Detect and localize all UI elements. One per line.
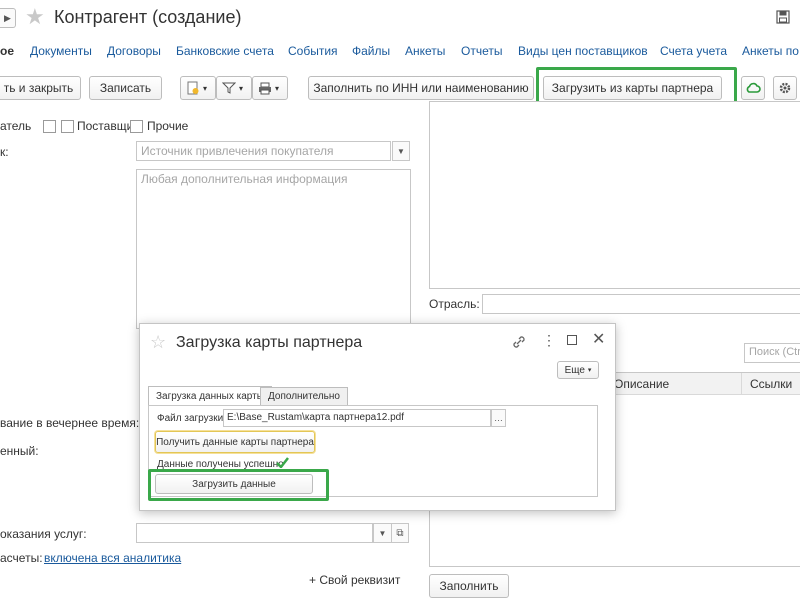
section-nav: ое Документы Договоры Банковские счета С…	[0, 44, 800, 62]
cloud-icon	[746, 82, 761, 93]
column-header-description[interactable]: Описание	[614, 377, 669, 391]
source-input[interactable]: Источник привлечения покупателя	[136, 141, 391, 161]
service-label: оказания услуг:	[0, 527, 87, 541]
document-add-icon	[187, 81, 199, 95]
supplier-checkbox[interactable]	[61, 120, 74, 133]
service-dropdown-button[interactable]: ▼	[373, 523, 391, 543]
notes-textarea[interactable]: Любая дополнительная информация	[136, 169, 411, 329]
funnel-icon	[222, 82, 236, 94]
tab-accounts[interactable]: Счета учета	[660, 44, 727, 58]
other-checkbox[interactable]	[130, 120, 143, 133]
industry-input[interactable]	[482, 294, 800, 314]
write-button[interactable]: Записать	[89, 76, 162, 100]
chevron-down-icon: ▾	[587, 367, 592, 374]
browse-file-button[interactable]: …	[491, 409, 506, 427]
maximize-icon[interactable]	[567, 335, 577, 345]
gear-icon	[779, 82, 791, 94]
chevron-down-icon: ▾	[275, 83, 280, 93]
tab-reports[interactable]: Отчеты	[461, 44, 502, 58]
service-input[interactable]	[136, 523, 373, 543]
source-dropdown-button[interactable]: ▼	[392, 141, 410, 161]
back-forward-button[interactable]: ▶	[0, 8, 16, 28]
other-label: Прочие	[147, 119, 189, 133]
tab-load-data[interactable]: Загрузка данных карты	[148, 386, 272, 405]
industry-label: Отрасль:	[429, 297, 480, 311]
service-open-button[interactable]: ⧉	[391, 523, 409, 543]
column-divider	[741, 373, 742, 395]
file-path-input[interactable]: E:\Base_Rustam\карта партнера12.pdf	[223, 409, 491, 427]
filter-button[interactable]: ▾	[216, 76, 252, 100]
source-label: к:	[0, 145, 9, 159]
ellipsis-icon: …	[494, 413, 503, 423]
tab-events[interactable]: События	[288, 44, 338, 58]
open-window-icon: ⧉	[396, 527, 404, 539]
link-icon[interactable]	[511, 334, 527, 350]
fill-by-inn-button[interactable]: Заполнить по ИНН или наименованию	[308, 76, 534, 100]
chevron-down-icon: ▾	[239, 83, 244, 93]
check-icon	[276, 457, 289, 468]
load-from-partner-card-button[interactable]: Загрузить из карты партнера	[543, 76, 722, 100]
search-input[interactable]: Поиск (Ctrl	[744, 343, 800, 363]
page-title: Контрагент (создание)	[54, 7, 242, 27]
settings-button[interactable]	[773, 76, 797, 100]
fill-button[interactable]: Заполнить	[429, 574, 509, 598]
tab-bank-accounts[interactable]: Банковские счета	[176, 44, 274, 58]
tab-contracts[interactable]: Договоры	[107, 44, 161, 58]
favorite-star-icon[interactable]: ★	[25, 6, 45, 28]
star-icon[interactable]: ☆	[150, 332, 166, 353]
add-custom-field-link[interactable]: + Свой реквизит	[309, 573, 400, 587]
chevron-down-icon: ▾	[203, 83, 208, 93]
tab-supplier-price-types[interactable]: Виды цен поставщиков	[518, 44, 648, 58]
responsible-label: енный:	[0, 444, 39, 458]
tab-documents[interactable]: Документы	[30, 44, 92, 58]
save-and-close-button[interactable]: ть и закрыть	[0, 76, 81, 100]
more-button[interactable]: Еще ▾	[557, 361, 599, 379]
evening-label: вание в вечернее время:	[0, 416, 140, 430]
buyer-label: атель	[0, 119, 32, 133]
printer-icon	[259, 82, 271, 94]
chevron-down-icon: ▼	[378, 528, 387, 538]
tab-files[interactable]: Файлы	[352, 44, 390, 58]
file-label: Файл загрузки:	[157, 413, 226, 424]
chevron-down-icon: ▼	[397, 146, 405, 156]
tab-main[interactable]: ое	[0, 44, 14, 58]
cloud-sync-button[interactable]	[741, 76, 765, 100]
print-button[interactable]: ▾	[252, 76, 288, 100]
tab-extra[interactable]: Дополнительно	[260, 387, 348, 405]
more-vertical-icon[interactable]: ⋮	[542, 332, 556, 349]
settlements-label: асчеты:	[0, 551, 43, 565]
close-icon[interactable]: ✕	[592, 329, 605, 349]
column-header-links[interactable]: Ссылки	[750, 377, 792, 391]
dialog-title: Загрузка карты партнера	[176, 334, 363, 351]
create-based-on-button[interactable]: ▾	[180, 76, 216, 100]
floppy-save-icon[interactable]	[776, 10, 790, 24]
partner-card-dialog: ☆ Загрузка карты партнера ⋮ ✕ Еще ▾ Загр…	[139, 323, 616, 511]
get-card-data-button[interactable]: Получить данные карты партнера	[155, 431, 315, 453]
buyer-checkbox[interactable]	[43, 120, 56, 133]
more-button-label: Еще	[564, 364, 585, 376]
settlements-link[interactable]: включена вся аналитика	[44, 551, 181, 565]
tab-surveys[interactable]: Анкеты	[405, 44, 445, 58]
right-text-area[interactable]	[429, 101, 800, 289]
load-data-button[interactable]: Загрузить данные	[155, 474, 313, 494]
tab-surveys-more[interactable]: Анкеты по	[742, 44, 799, 58]
arrow-right-icon: ▶	[4, 12, 11, 23]
